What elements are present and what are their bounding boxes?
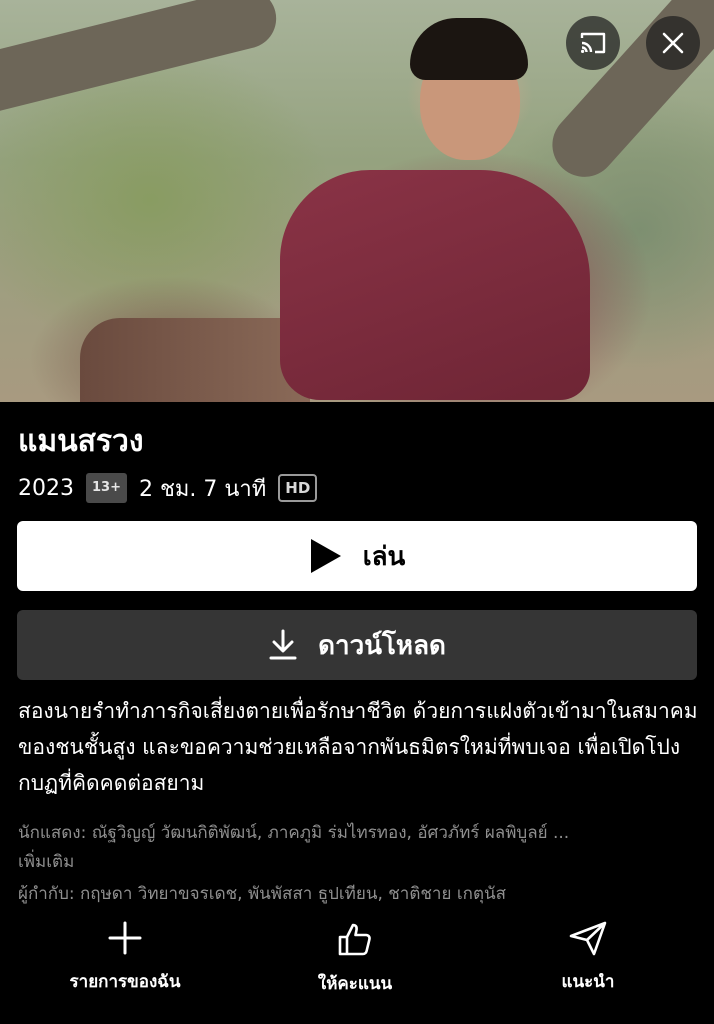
download-icon [269,629,297,660]
action-bar: รายการของฉัน ให้คะแนน แนะนำ [0,920,714,1010]
tree-branch [0,0,283,118]
download-button[interactable]: ดาวน์โหลด [17,610,697,680]
play-button[interactable]: เล่น [17,521,697,591]
thumbs-up-icon [338,923,371,956]
play-icon [310,539,341,573]
page-title: แมนสรวง [18,424,144,459]
cast-credits: นักแสดง: ณัฐวิญญ์ วัฒนกิติพัฒน์, ภาคภูมิ… [18,823,570,843]
cast-button[interactable] [566,16,620,70]
close-icon [662,32,684,54]
rate-label: ให้คะแนน [317,974,393,994]
duration: 2 ชม. 7 นาที [138,476,267,502]
hero-image [0,0,714,402]
play-button-label: เล่น [362,541,406,572]
send-icon [569,921,607,956]
release-year: 2023 [18,475,74,501]
director-credits: ผู้กำกับ: กฤษดา วิทยาขจรเดช, พันพัสสา ธู… [18,884,506,904]
maturity-rating-badge: 13+ [86,473,127,503]
figure-body [280,170,590,400]
download-button-label: ดาวน์โหลด [318,630,446,661]
plus-icon [108,921,142,955]
rate-button[interactable]: ให้คะแนน [255,920,455,997]
share-label: แนะนำ [561,972,615,992]
hd-badge: HD [278,474,318,502]
meta-row: 2023 13+ 2 ชม. 7 นาที HD [18,472,318,504]
cast-icon [580,32,606,54]
close-button[interactable] [646,16,700,70]
my-list-label: รายการของฉัน [69,972,181,992]
more-cast-link[interactable]: เพิ่มเติม [18,848,74,875]
my-list-button[interactable]: รายการของฉัน [25,920,225,995]
share-button[interactable]: แนะนำ [488,920,688,995]
figure-hair [410,18,528,80]
synopsis: สองนายรำทำภารกิจเสี่ยงตายเพื่อรักษาชีวิต… [18,699,698,795]
figure-legs [80,318,310,402]
